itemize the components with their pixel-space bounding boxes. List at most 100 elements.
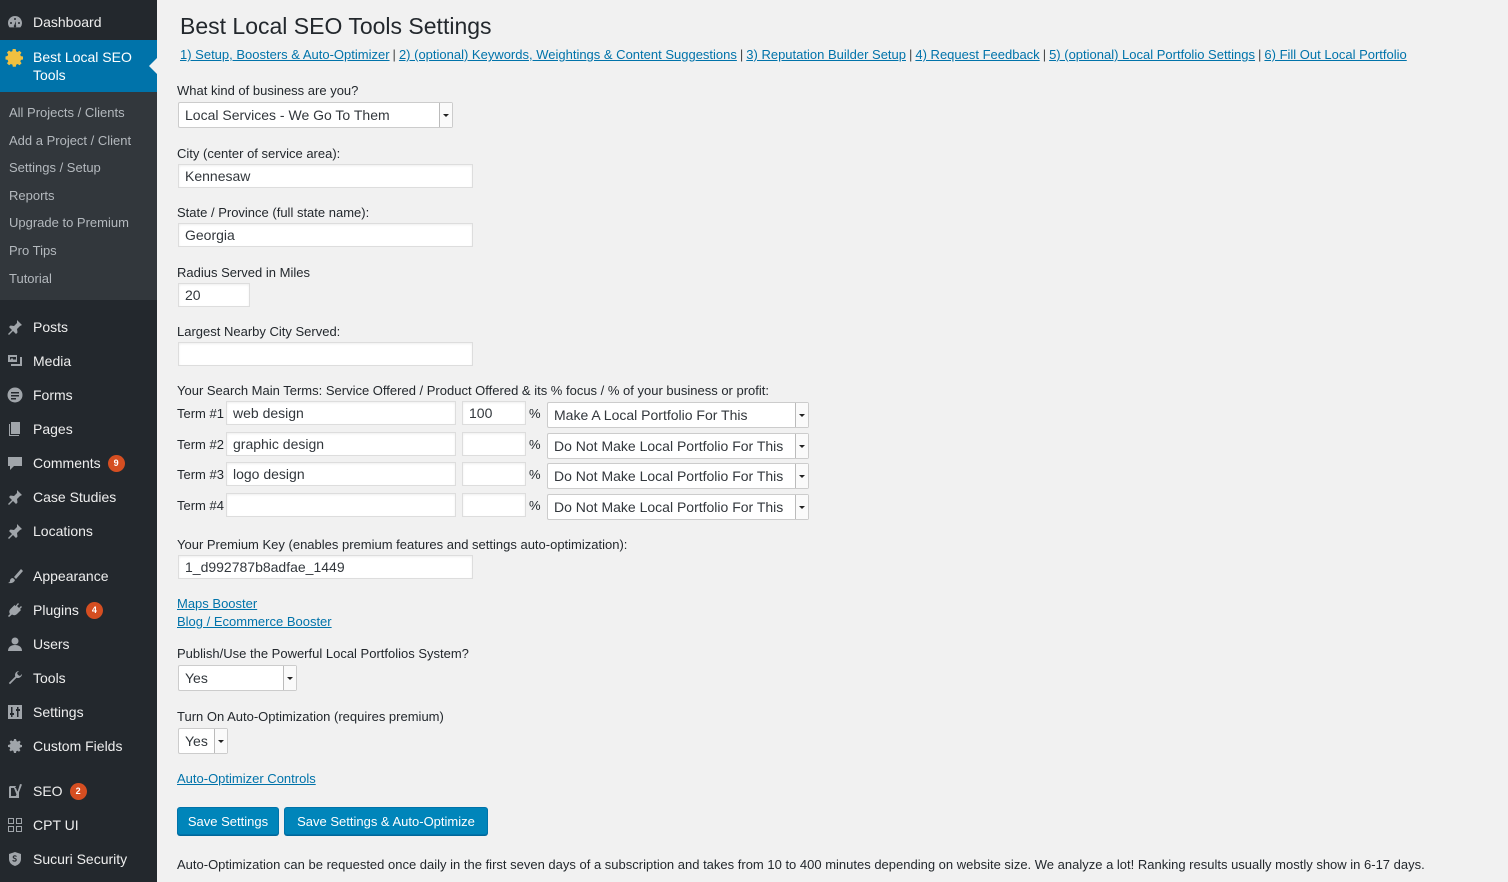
state-input[interactable]: Georgia	[178, 223, 473, 247]
menu-label: SEO	[33, 783, 63, 799]
term-label: Term #1	[177, 406, 224, 421]
select-value: Yes	[185, 670, 208, 686]
term-input[interactable]: web design	[226, 401, 456, 425]
submenu-upgrade-premium[interactable]: Upgrade to Premium	[0, 209, 157, 237]
submenu-settings-setup[interactable]: Settings / Setup	[0, 154, 157, 182]
chevron-down-icon	[283, 666, 296, 690]
menu-label: Plugins	[33, 602, 79, 618]
select-value: Yes	[185, 733, 208, 749]
term-row-1: Term #1 web design 100 % Make A Local Po…	[177, 401, 817, 428]
save-settings-button[interactable]: Save Settings	[177, 807, 279, 835]
menu-sucuri-security[interactable]: Sucuri Security	[0, 842, 157, 876]
menu-appearance[interactable]: Appearance	[0, 559, 157, 593]
term-input[interactable]	[226, 493, 456, 517]
menu-label: Forms	[33, 387, 73, 403]
active-indicator	[149, 58, 157, 74]
premium-key-input[interactable]: 1_d992787b8adfae_1449	[178, 555, 473, 579]
seo-notice-badge: 2	[69, 782, 87, 800]
shield-icon	[7, 851, 23, 867]
nearby-city-label: Largest Nearby City Served:	[177, 324, 341, 339]
term-portfolio-select[interactable]: Do Not Make Local Portfolio For This	[547, 463, 809, 489]
submenu-pro-tips[interactable]: Pro Tips	[0, 237, 157, 265]
chevron-down-icon	[795, 495, 808, 519]
menu-label: Locations	[33, 523, 93, 539]
step-link-reputation[interactable]: 3) Reputation Builder Setup	[746, 47, 906, 62]
menu-cpt-ui[interactable]: CPT UI	[0, 808, 157, 842]
percent-symbol: %	[529, 437, 541, 452]
term-percent-input[interactable]: 100	[462, 401, 526, 425]
chevron-down-icon	[795, 434, 808, 458]
step-link-keywords[interactable]: 2) (optional) Keywords, Weightings & Con…	[399, 47, 737, 62]
submenu-tutorial[interactable]: Tutorial	[0, 265, 157, 293]
menu-pages[interactable]: Pages	[0, 412, 157, 446]
nearby-city-input[interactable]	[178, 342, 473, 366]
term-percent-input[interactable]	[462, 432, 526, 456]
plug-icon	[7, 602, 23, 618]
step-separator: |	[739, 47, 744, 62]
step-link-feedback[interactable]: 4) Request Feedback	[915, 47, 1039, 62]
menu-label: Sucuri Security	[33, 851, 128, 867]
auto-optimizer-controls-link[interactable]: Auto-Optimizer Controls	[177, 771, 316, 786]
auto-optimization-label: Turn On Auto-Optimization (requires prem…	[177, 709, 444, 724]
menu-label: Pages	[33, 421, 73, 437]
menu-case-studies[interactable]: Case Studies	[0, 480, 157, 514]
sliders-icon	[7, 704, 23, 720]
term-percent-input[interactable]	[462, 462, 526, 486]
plugins-update-badge: 4	[85, 601, 103, 619]
menu-label: Dashboard	[33, 14, 102, 30]
percent-symbol: %	[529, 467, 541, 482]
menu-custom-fields[interactable]: Custom Fields	[0, 729, 157, 763]
term-label: Term #4	[177, 498, 224, 513]
blog-ecommerce-booster-link[interactable]: Blog / Ecommerce Booster	[177, 614, 332, 629]
chevron-down-icon	[795, 403, 808, 427]
step-separator: |	[909, 47, 913, 62]
radius-input[interactable]: 20	[178, 283, 250, 307]
menu-comments[interactable]: Comments 9	[0, 446, 157, 480]
term-input[interactable]: graphic design	[226, 432, 456, 456]
step-separator: |	[1258, 47, 1262, 62]
grid-icon	[7, 817, 23, 833]
maps-booster-link[interactable]: Maps Booster	[177, 596, 257, 611]
menu-posts[interactable]: Posts	[0, 310, 157, 344]
menu-forms[interactable]: Forms	[0, 378, 157, 412]
comment-icon	[7, 455, 23, 471]
step-link-setup[interactable]: 1) Setup, Boosters & Auto-Optimizer	[180, 47, 390, 62]
term-portfolio-select[interactable]: Do Not Make Local Portfolio For This	[547, 494, 809, 520]
term-portfolio-select[interactable]: Make A Local Portfolio For This	[547, 402, 809, 428]
save-and-optimize-button[interactable]: Save Settings & Auto-Optimize	[284, 807, 488, 835]
term-row-3: Term #3 logo design % Do Not Make Local …	[177, 462, 817, 489]
menu-tools[interactable]: Tools	[0, 661, 157, 695]
business-type-label: What kind of business are you?	[177, 83, 359, 98]
page-title: Best Local SEO Tools Settings	[180, 13, 492, 39]
menu-label: CPT UI	[33, 817, 79, 833]
menu-settings[interactable]: Settings	[0, 695, 157, 729]
step-separator: |	[1042, 47, 1047, 62]
submenu-add-project[interactable]: Add a Project / Client	[0, 127, 157, 155]
submenu-reports[interactable]: Reports	[0, 182, 157, 210]
state-label: State / Province (full state name):	[177, 205, 370, 220]
menu-users[interactable]: Users	[0, 627, 157, 661]
menu-media[interactable]: Media	[0, 344, 157, 378]
step-link-portfolio-settings[interactable]: 5) (optional) Local Portfolio Settings	[1049, 47, 1255, 62]
gear-icon	[7, 738, 23, 754]
brush-icon	[7, 568, 23, 584]
menu-seo[interactable]: SEO 2	[0, 774, 157, 808]
menu-dashboard[interactable]: Dashboard	[0, 5, 157, 39]
menu-label: Users	[33, 636, 70, 652]
term-input[interactable]: logo design	[226, 462, 456, 486]
auto-optimization-select[interactable]: Yes	[178, 728, 228, 754]
city-input[interactable]: Kennesaw	[178, 164, 473, 188]
step-link-fill-portfolio[interactable]: 6) Fill Out Local Portfolio	[1264, 47, 1406, 62]
term-portfolio-select[interactable]: Do Not Make Local Portfolio For This	[547, 433, 809, 459]
menu-plugins[interactable]: Plugins 4	[0, 593, 157, 627]
business-type-select[interactable]: Local Services - We Go To Them	[178, 102, 453, 128]
menu-locations[interactable]: Locations	[0, 514, 157, 548]
setup-steps-nav: 1) Setup, Boosters & Auto-Optimizer | 2) (…	[180, 47, 1407, 62]
menu-label: Case Studies	[33, 489, 117, 505]
submenu-all-projects[interactable]: All Projects / Clients	[0, 99, 157, 127]
publish-portfolios-select[interactable]: Yes	[178, 665, 297, 691]
menu-best-local-seo-tools[interactable]: Best Local SEO Tools	[0, 40, 157, 92]
comments-count-badge: 9	[107, 454, 125, 472]
term-percent-input[interactable]	[462, 493, 526, 517]
chevron-down-icon	[439, 103, 452, 127]
